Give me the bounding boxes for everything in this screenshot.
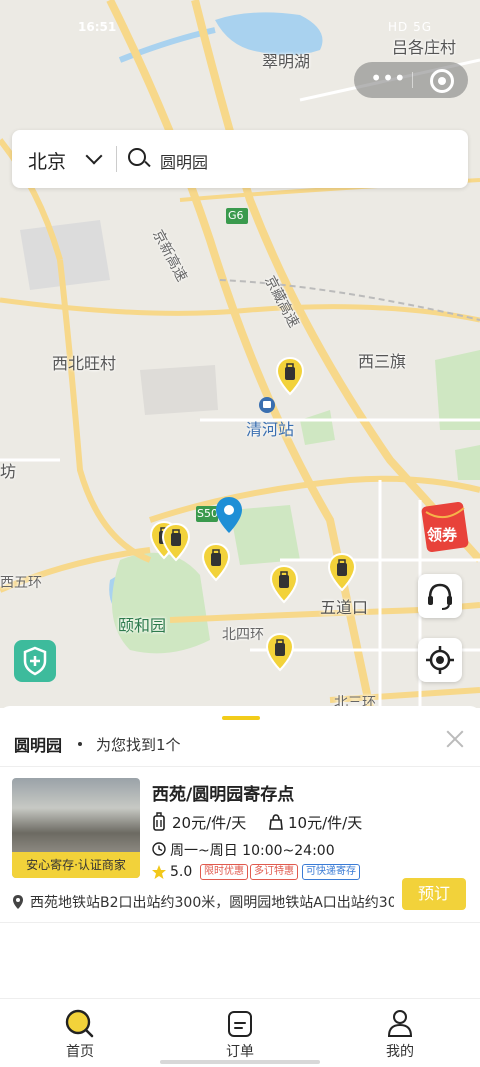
capsule-divider	[412, 72, 413, 88]
search-icon	[128, 148, 146, 166]
tab-home-label: 首页	[66, 1044, 94, 1060]
g6-shield-label: G6	[228, 209, 244, 222]
status-time: 16:51	[78, 20, 117, 34]
more-menu-icon[interactable]: •••	[368, 68, 408, 92]
tab-profile[interactable]: 我的	[340, 999, 460, 1067]
map-label-fang: 坊	[0, 462, 17, 481]
storage-location-pin[interactable]	[264, 632, 296, 672]
luggage-price: 20元/件/天	[172, 814, 247, 832]
clock-icon	[152, 842, 166, 856]
bottom-tab-bar: 首页 订单 我的	[0, 998, 480, 1067]
status-bar: 16:51 HD 5G	[0, 0, 480, 40]
luggage-icon	[153, 812, 165, 831]
results-title: 圆明园	[14, 736, 63, 755]
storage-location-pin[interactable]	[268, 564, 300, 604]
customer-service-button[interactable]	[418, 574, 462, 618]
order-icon	[228, 1011, 252, 1037]
map-label-xibeiwang: 西北旺村	[52, 354, 117, 373]
coupon-label: 领券	[427, 526, 458, 544]
map-label-qinghe-station: 清河站	[246, 420, 295, 439]
close-miniprogram-icon[interactable]	[430, 69, 454, 93]
bag-icon	[269, 814, 283, 830]
store-thumbnail: 安心寄存·认证商家	[12, 778, 140, 878]
search-input[interactable]: 圆明园	[160, 149, 208, 173]
map-view[interactable]: G6 S50 翠明湖 吕各庄村 西北旺村 西三旗 清河站 颐和园 五道口 北四环…	[0, 0, 480, 708]
city-selector[interactable]: 北京	[28, 147, 66, 174]
station-icon	[259, 397, 275, 413]
panel-divider	[0, 766, 480, 767]
map-label-yiheyuan: 颐和园	[118, 616, 167, 635]
home-search-icon	[65, 1009, 94, 1038]
home-indicator	[160, 1060, 320, 1064]
selected-location-pin[interactable]	[215, 496, 243, 534]
coupon-redpacket-button[interactable]: 领券	[420, 498, 476, 554]
opening-hours: 周一~周日 10:00~24:00	[170, 843, 335, 859]
close-icon[interactable]	[444, 728, 466, 750]
chevron-down-icon	[85, 147, 103, 165]
locate-me-button[interactable]	[418, 638, 462, 682]
map-label-wudaokou: 五道口	[320, 598, 369, 617]
book-button[interactable]: 预订	[402, 878, 466, 910]
storage-location-pin[interactable]	[160, 522, 192, 562]
storage-location-pin[interactable]	[274, 356, 306, 396]
map-label-xisanqi: 西三旗	[358, 352, 407, 371]
star-icon	[152, 865, 166, 879]
search-bar[interactable]: 北京 圆明园	[12, 130, 468, 188]
drag-handle[interactable]	[222, 716, 260, 720]
headset-icon	[428, 583, 452, 610]
results-panel: 圆明园 为您找到1个 安心寄存·认证商家 西苑/圆明园寄存点 20元/件/天 1…	[0, 706, 480, 1000]
multi-order-badge: 多订特惠	[250, 864, 298, 880]
certified-merchant-tag: 安心寄存·认证商家	[12, 852, 140, 878]
shield-plus-icon	[23, 646, 47, 676]
tab-orders-label: 订单	[226, 1044, 254, 1060]
store-address: 西苑地铁站B2口出站约300米，圆明园地铁站A口出站约300米	[30, 895, 394, 911]
storage-location-pin[interactable]	[200, 542, 232, 582]
location-pin-icon	[13, 895, 23, 909]
express-storage-badge: 可快递寄存	[302, 864, 360, 880]
results-summary: 为您找到1个	[96, 736, 181, 754]
title-separator-dot	[78, 742, 82, 746]
crosshair-icon	[426, 646, 454, 674]
search-divider	[116, 146, 117, 172]
tab-orders[interactable]: 订单	[180, 999, 300, 1067]
miniprogram-capsule: •••	[354, 62, 468, 98]
card-divider	[0, 922, 480, 923]
bag-price: 10元/件/天	[288, 814, 363, 832]
tab-profile-label: 我的	[386, 1044, 414, 1060]
map-label-xiwuhuan: 西五环	[0, 575, 42, 591]
insurance-shield-button[interactable]	[14, 640, 56, 682]
store-name: 西苑/圆明园寄存点	[152, 785, 295, 805]
map-label-beisihuan: 北四环	[222, 627, 264, 643]
tab-home[interactable]: 首页	[20, 999, 140, 1067]
rating-value: 5.0	[170, 864, 193, 880]
status-system: HD 5G	[387, 20, 432, 34]
profile-icon	[387, 1010, 413, 1037]
limited-offer-badge: 限时优惠	[200, 864, 248, 880]
map-label-cuiming-lake: 翠明湖	[262, 52, 311, 71]
storage-location-pin[interactable]	[326, 552, 358, 592]
